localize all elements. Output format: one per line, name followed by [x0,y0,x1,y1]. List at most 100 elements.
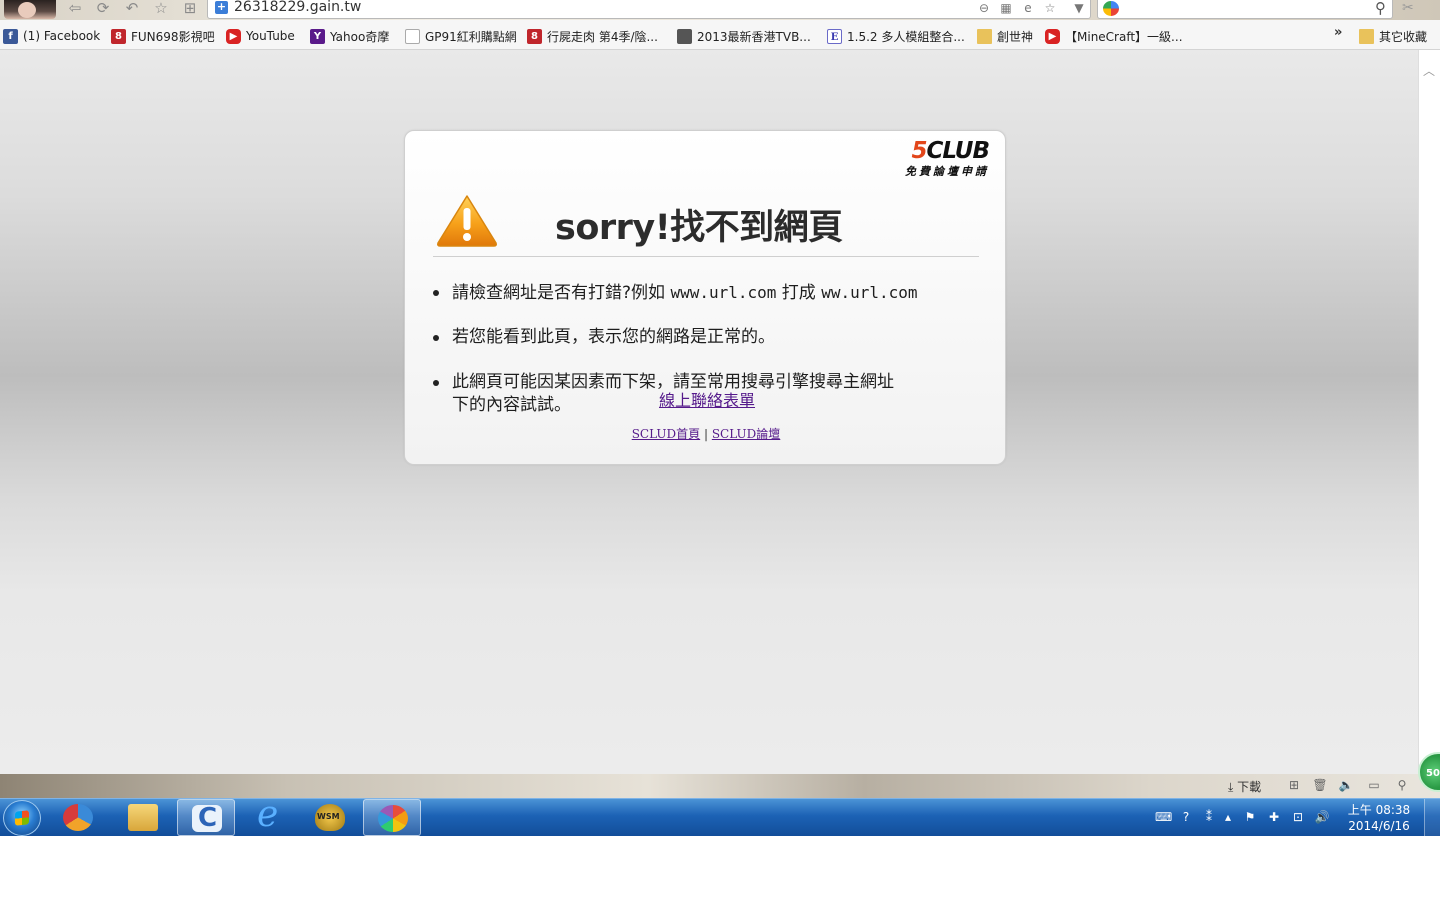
security-app-icon[interactable]: ✚ [1266,809,1282,825]
undo-icon[interactable]: ↶ [122,0,142,18]
tip3-text-line2: 下的內容試試。 [452,395,571,415]
translate-icon[interactable]: e [1020,1,1036,16]
bookmark-star-icon[interactable]: ☆ [1042,1,1058,16]
taskbar-app-pinwheel[interactable] [49,799,107,836]
sclub-logo[interactable]: 5CLUB 免費論壇申請 [887,140,990,179]
color-wheel-icon [378,805,408,832]
other-bookmarks-folder[interactable]: 其它收藏 [1359,27,1427,45]
screen-icon[interactable]: ▭ [1366,778,1382,793]
internet-explorer-icon [253,794,283,835]
tip2-text: 若您能看到此頁，表示您的網路是正常的。 [452,327,775,347]
input-method-icon[interactable]: ⁑ [1201,809,1217,825]
tip1-text: 請檢查網址是否有打錯?例如 [452,283,671,303]
bullet-dot [433,290,439,296]
bookmark-walking-dead[interactable]: 8 行屍走肉 第4季/陰... [527,27,658,45]
help-icon[interactable]: ? [1178,809,1194,825]
footer-separator: | [700,427,712,441]
favorite-star-icon[interactable]: ☆ [151,0,171,18]
search-icon[interactable]: ⚲ [1375,0,1386,17]
browser-status-bar: ⤓ 下載 ⊞ 🗑 🔈 ▭ ⚲ [0,774,1440,798]
tip1-url-example: www.url.com [670,283,777,302]
contact-form-link[interactable]: 線上聯絡表單 [659,387,755,411]
bookmark-label: 1.5.2 多人模組整合... [847,29,965,44]
browser-toolbar: ⇦ ⟳ ↶ ☆ ⊞ + 26318229.gain.tw ⊖ ▦ e ☆ ▼ ⚲… [0,0,1440,20]
address-bar[interactable]: + 26318229.gain.tw ⊖ ▦ e ☆ ▼ [207,0,1091,19]
bookmark-facebook[interactable]: f (1) Facebook [3,27,100,45]
taskbar-app-browser[interactable] [177,799,235,836]
taskbar-app-ie[interactable] [239,794,297,836]
wsm-shield-icon [315,804,345,831]
sclud-home-link[interactable]: SCLUD首頁 [632,427,700,441]
site-8-icon: 8 [111,28,126,44]
footer-links: SCLUD首頁 | SCLUD論壇 [405,425,1007,442]
network-icon[interactable]: ⊡ [1290,809,1306,825]
start-button[interactable] [3,800,41,836]
bookmark-minecraft[interactable]: ▶ 【MineCraft】一級... [1045,27,1183,45]
bullet-dot [433,380,439,386]
download-icon: ⤓ [1228,780,1238,794]
youtube-icon: ▶ [226,28,241,44]
bookmarks-overflow-icon[interactable]: » [1334,25,1342,40]
bookmark-mod-pack[interactable]: E 1.5.2 多人模組整合... [827,27,965,45]
system-clock[interactable]: 上午 08:38 2014/6/16 [1344,802,1414,834]
url-text[interactable]: 26318229.gain.tw [234,0,361,15]
title-divider [433,256,979,257]
clapperboard-icon [677,28,692,44]
bookmark-folder-creative[interactable]: 創世神 [977,27,1033,45]
qr-code-icon[interactable]: ▦ [998,1,1014,16]
bookmark-youtube[interactable]: ▶ YouTube [226,27,295,45]
show-desktop-button[interactable] [1424,799,1440,836]
bookmark-label: GP91紅利購點網 [425,29,517,44]
search-engine-icon[interactable] [1103,1,1119,16]
taskbar-app-explorer[interactable] [114,799,172,836]
download-button[interactable]: ⤓ 下載 [1228,778,1261,795]
keyboard-icon[interactable]: ⌨ [1155,809,1172,825]
bookmark-label: FUN698影視吧 [131,29,215,44]
system-tray: ⌨ ? ⁑ ▴ ⚑ ✚ ⊡ 🔊 [1150,799,1350,836]
page-icon [405,28,420,44]
security-shield-icon: + [215,0,228,14]
bookmark-label: 行屍走肉 第4季/陰... [547,29,658,44]
bullet-dot [433,335,439,341]
yahoo-icon: Y [310,28,325,44]
grid-icon[interactable]: ⊞ [180,0,200,18]
bookmark-gp91[interactable]: GP91紅利購點網 [405,27,517,45]
bookmark-label: YouTube [246,29,295,43]
other-bookmarks-label: 其它收藏 [1379,29,1428,44]
vertical-scrollbar[interactable]: ︿ [1418,50,1440,774]
bookmark-label: 2013最新香港TVB... [697,29,811,44]
search-box[interactable]: ⚲ [1097,0,1393,19]
scroll-up-arrow-icon[interactable]: ︿ [1423,62,1435,79]
zoom-icon[interactable]: ⚲ [1394,778,1410,793]
add-panel-icon[interactable]: ⊞ [1286,778,1302,793]
pinwheel-app-icon [63,804,93,831]
taskbar-app-photos[interactable] [363,799,421,836]
speaker-icon[interactable]: 🔊 [1314,809,1330,825]
tools-icon[interactable]: ✂ [1402,0,1414,16]
clock-date: 2014/6/16 [1348,819,1410,833]
bookmark-yahoo[interactable]: Y Yahoo奇摩 [310,27,389,45]
folder-icon [1359,28,1374,44]
action-center-flag-icon[interactable]: ⚑ [1242,809,1258,825]
trash-icon[interactable]: 🗑 [1312,778,1328,793]
show-hidden-icons-icon[interactable]: ▴ [1220,809,1236,825]
bookmark-fun698[interactable]: 8 FUN698影視吧 [111,27,215,45]
sclud-forum-link[interactable]: SCLUD論壇 [712,427,780,441]
reload-icon[interactable]: ⟳ [93,0,113,18]
error-card: 5CLUB 免費論壇申請 sorry!找不到網頁 請檢查網址是否有打錯?例如 w… [404,130,1006,465]
user-avatar[interactable] [4,0,56,19]
warning-icon [437,195,497,247]
back-icon[interactable]: ⇦ [65,0,85,18]
bookmark-label: 創世神 [997,29,1034,44]
bookmark-tvb[interactable]: 2013最新香港TVB... [677,27,811,45]
logo-subtitle: 免費論壇申請 [905,165,989,178]
volume-icon[interactable]: 🔈 [1338,778,1354,793]
dropdown-arrow-icon[interactable]: ▼ [1071,1,1087,16]
taskbar-app-wsm[interactable] [301,799,359,836]
site-e-icon: E [827,28,842,44]
browser-c-icon [192,803,222,833]
download-label: 下載 [1237,780,1262,794]
block-icon[interactable]: ⊖ [976,1,992,16]
bookmark-label: (1) Facebook [23,29,101,43]
youtube-icon: ▶ [1045,28,1060,44]
